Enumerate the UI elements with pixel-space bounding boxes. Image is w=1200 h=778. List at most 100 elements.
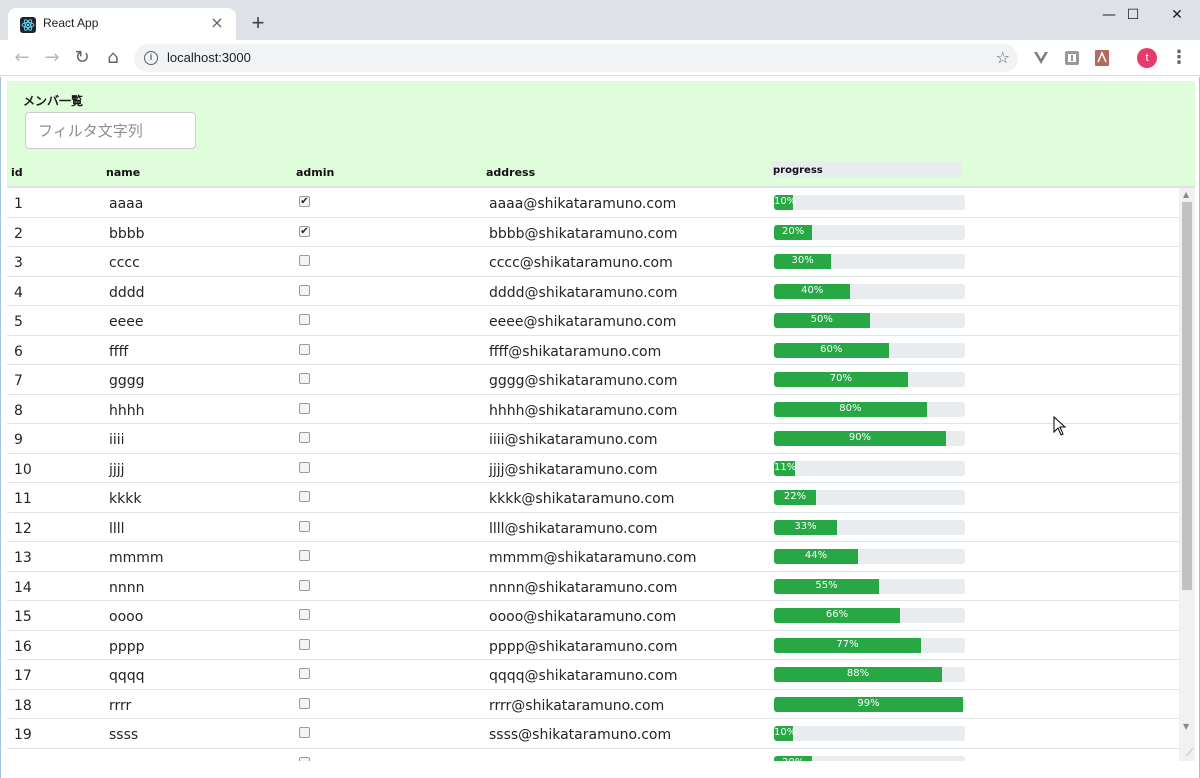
cell-id: 9 [14, 432, 23, 448]
extension-pdf-icon[interactable] [1093, 49, 1111, 67]
progress-label: 88% [846, 668, 870, 679]
bookmark-star-icon[interactable]: ☆ [996, 48, 1010, 67]
table-row[interactable]: 17 qqqq qqqq@shikataramuno.com 88% [7, 660, 1179, 690]
cell-id: 10 [14, 461, 32, 478]
tab-close-icon[interactable]: × [208, 14, 226, 32]
admin-checkbox[interactable] [299, 638, 310, 650]
home-icon[interactable]: ⌂ [103, 48, 123, 68]
back-icon[interactable]: ← [12, 48, 32, 68]
admin-checkbox[interactable] [299, 668, 310, 679]
table-row[interactable]: 12 llll llll@shikataramuno.com 33% [7, 513, 1179, 542]
cell-address: llll@shikataramuno.com [489, 520, 658, 537]
tab-title: React App [43, 16, 99, 30]
cell-name: kkkk [109, 491, 142, 507]
table-row[interactable]: 14 nnnn nnnn@shikataramuno.com 55% [7, 572, 1179, 601]
site-info-icon[interactable]: i [144, 51, 158, 65]
table-row[interactable]: 6 ffff ffff@shikataramuno.com 60% [7, 336, 1179, 365]
scrollbar-thumb[interactable] [1182, 202, 1192, 590]
column-header-name[interactable]: name [106, 166, 140, 179]
table-row[interactable]: 2 bbbb ✔ bbbb@shikataramuno.com 20% [7, 218, 1179, 247]
admin-checkbox[interactable] [299, 609, 310, 620]
profile-avatar[interactable]: t [1137, 48, 1157, 68]
cell-address: cccc@shikataramuno.com [489, 255, 673, 271]
cell-id: 5 [14, 314, 23, 330]
table-row[interactable]: 13 mmmm mmmm@shikataramuno.com 44% [7, 542, 1179, 572]
table-row[interactable]: 19 ssss ssss@shikataramuno.com 10% [7, 719, 1179, 749]
progress-label: 66% [825, 609, 849, 620]
filter-input[interactable] [25, 112, 196, 149]
progress-bar-fill: 10% [774, 195, 796, 210]
column-header-progress[interactable]: progress [771, 161, 962, 177]
admin-checkbox[interactable] [299, 727, 310, 738]
column-header-id[interactable]: id [11, 166, 23, 179]
react-icon [20, 17, 36, 33]
progress-bar: 99% [774, 696, 965, 712]
cell-address: dddd@shikataramuno.com [489, 284, 678, 301]
admin-checkbox[interactable] [299, 432, 310, 443]
table-row[interactable]: 3 cccc cccc@shikataramuno.com 30% [7, 247, 1179, 277]
maximize-button[interactable]: ☐ [1110, 0, 1156, 30]
table-row[interactable]: 7 gggg gggg@shikataramuno.com 70% [7, 365, 1179, 395]
admin-checkbox[interactable] [299, 697, 310, 709]
column-header-progress-label: progress [773, 165, 823, 176]
admin-checkbox[interactable] [299, 520, 310, 532]
admin-checkbox[interactable] [299, 255, 310, 266]
table-row[interactable]: 1 aaaa ✔ aaaa@shikataramuno.com 10% [7, 188, 1179, 218]
cell-name: gggg [109, 373, 145, 389]
admin-checkbox[interactable] [299, 343, 310, 355]
admin-checkbox[interactable] [299, 579, 310, 591]
chrome-menu-icon[interactable]: ⋮ [1170, 48, 1188, 68]
admin-checkbox[interactable] [299, 284, 310, 296]
address-bar[interactable]: i localhost:3000 ☆ [134, 44, 1018, 72]
extension-box-icon[interactable] [1063, 49, 1081, 67]
tab-react-app[interactable]: React App × [8, 8, 236, 40]
table-body[interactable]: 20%19ssssssss@shikataramuno.com10%18rrrr… [7, 186, 1195, 761]
progress-label: 55% [815, 579, 838, 591]
admin-checkbox[interactable] [299, 756, 310, 761]
cell-id: 12 [14, 520, 32, 537]
cell-address: bbbb@shikataramuno.com [489, 225, 678, 242]
column-header-address[interactable]: address [486, 166, 535, 179]
progress-label: 80% [839, 402, 862, 414]
scroll-down-arrow-icon[interactable]: ▼ [1183, 722, 1189, 731]
scroll-up-arrow-icon[interactable]: ▲ [1183, 190, 1189, 199]
admin-checkbox[interactable] [299, 402, 310, 414]
extension-vuejs-icon[interactable] [1032, 49, 1050, 67]
table-row[interactable]: 18 rrrr rrrr@shikataramuno.com 99% [7, 690, 1179, 719]
progress-bar: 88% [774, 667, 965, 682]
table-row[interactable]: 10 jjjj jjjj@shikataramuno.com 11% [7, 454, 1179, 483]
column-header-admin[interactable]: admin [296, 166, 334, 179]
table-row[interactable]: 4 dddd dddd@shikataramuno.com 40% [7, 277, 1179, 306]
table-row[interactable]: 9 iiii iiii@shikataramuno.com 90% [7, 424, 1179, 454]
cell-address: qqqq@shikataramuno.com [489, 668, 678, 684]
progress-bar-fill: 80% [774, 401, 927, 417]
cell-address: nnnn@shikataramuno.com [489, 579, 678, 596]
cell-address: ffff@shikataramuno.com [489, 343, 662, 360]
admin-checkbox[interactable]: ✔ [299, 196, 310, 207]
admin-checkbox[interactable] [299, 550, 310, 561]
reload-icon[interactable]: ↻ [72, 48, 92, 68]
table-row[interactable]: 16 pppp pppp@shikataramuno.com 77% [7, 631, 1179, 660]
table-row[interactable]: 8 hhhh hhhh@shikataramuno.com 80% [7, 395, 1179, 424]
admin-checkbox[interactable]: ✔ [299, 225, 310, 237]
cell-name: cccc [109, 255, 140, 271]
admin-checkbox[interactable] [299, 314, 310, 325]
progress-bar-fill: 33% [774, 519, 838, 535]
new-tab-button[interactable]: + [247, 12, 269, 34]
admin-checkbox[interactable] [299, 461, 310, 473]
admin-checkbox[interactable] [299, 373, 310, 384]
table-row[interactable]: 20% [7, 749, 1179, 761]
table-row[interactable]: 5 eeee eeee@shikataramuno.com 50% [7, 306, 1179, 336]
table-row[interactable]: 11 kkkk kkkk@shikataramuno.com 22% [7, 483, 1179, 513]
progress-bar-fill: 60% [774, 342, 889, 358]
table-row[interactable]: 15 oooo oooo@shikataramuno.com 66% [7, 601, 1179, 631]
admin-checkbox[interactable] [299, 491, 310, 502]
resize-grip-icon[interactable]: ⟋ [1186, 748, 1193, 759]
window-close-button[interactable]: ✕ [1154, 0, 1200, 30]
progress-bar: 44% [774, 549, 965, 564]
cell-address: rrrr@shikataramuno.com [489, 697, 665, 714]
vertical-scrollbar[interactable]: ▲ ▼ [1179, 188, 1195, 761]
forward-icon[interactable]: → [42, 48, 62, 68]
progress-label: 10% [774, 727, 797, 738]
cell-address: eeee@shikataramuno.com [489, 314, 677, 330]
